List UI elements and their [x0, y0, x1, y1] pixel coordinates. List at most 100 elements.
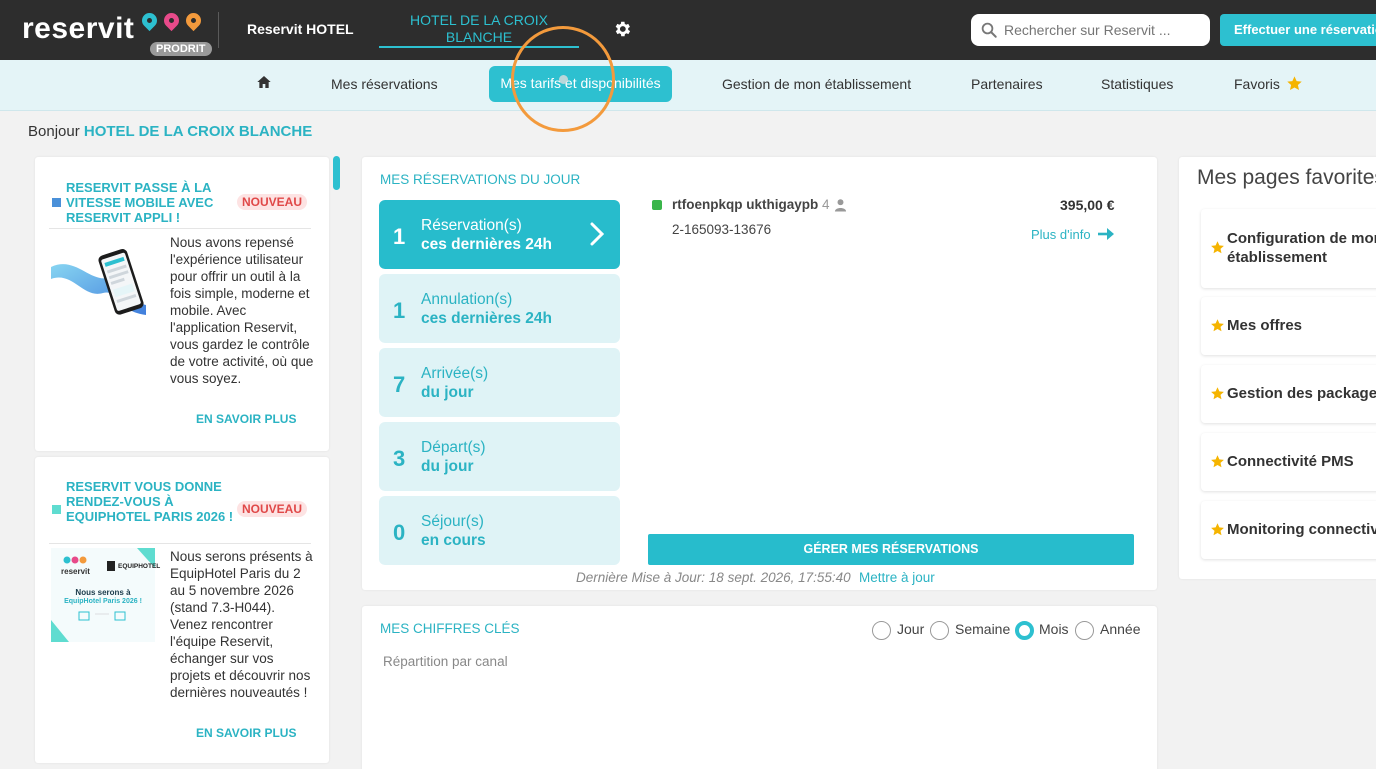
favorite-label-line2: établissement: [1227, 249, 1328, 266]
radio-button[interactable]: [1075, 621, 1094, 640]
radio-button[interactable]: [930, 621, 949, 640]
stat-sublabel: du jour: [421, 458, 474, 475]
news-title: RESERVIT VOUS DONNE RENDEZ-VOUS À EQUIPH…: [66, 479, 234, 524]
radio-label: Jour: [897, 621, 925, 637]
nav-my-reservations[interactable]: Mes réservations: [331, 76, 438, 92]
radio-button-selected[interactable]: [1015, 621, 1034, 640]
scrollbar-thumb[interactable]: [333, 156, 340, 190]
channel-breakdown-label: Répartition par canal: [383, 654, 508, 669]
image-partner: EQUIPHOTEL: [118, 563, 161, 570]
stat-arrivals[interactable]: 7 Arrivée(s) du jour: [379, 348, 620, 417]
search-box[interactable]: [971, 14, 1210, 46]
stat-stays[interactable]: 0 Séjour(s) en cours: [379, 496, 620, 565]
news-marker: [52, 198, 61, 207]
nav-favorites[interactable]: Favoris: [1234, 76, 1280, 92]
star-icon: [1211, 241, 1224, 254]
home-icon[interactable]: [256, 74, 272, 90]
nav-statistics[interactable]: Statistiques: [1101, 76, 1173, 92]
star-icon: [1211, 319, 1224, 332]
reservit-logo[interactable]: reservit PRODRIT: [22, 9, 212, 56]
arrow-right-icon[interactable]: [1097, 227, 1114, 241]
stat-label: Réservation(s): [421, 217, 522, 234]
guest-count: 4: [822, 197, 830, 212]
stat-count: 1: [393, 224, 406, 249]
search-input[interactable]: [1004, 14, 1204, 46]
favorite-label: Gestion des packages: [1227, 385, 1376, 402]
favorite-item[interactable]: Connectivité PMS: [1201, 433, 1376, 491]
gear-icon[interactable]: [612, 19, 632, 39]
news-body: Nous serons présents à EquipHotel Paris …: [170, 549, 313, 700]
search-icon: [981, 22, 997, 38]
news-title: RESERVIT PASSE À LA VITESSE MOBILE AVEC …: [66, 180, 214, 225]
favorite-label: Mes offres: [1227, 317, 1303, 334]
status-indicator: [652, 200, 662, 210]
stat-label: Départ(s): [421, 439, 486, 456]
pin-icon: [182, 9, 205, 32]
stat-departures[interactable]: 3 Départ(s) du jour: [379, 422, 620, 491]
chevron-right-icon: [590, 222, 604, 246]
favorite-label: Monitoring connectivité: [1227, 521, 1376, 538]
last-update-text: Dernière Mise à Jour: 18 sept. 2026, 17:…: [576, 570, 851, 585]
stat-label: Séjour(s): [421, 513, 484, 530]
make-reservation-button[interactable]: Effectuer une réservation: [1220, 14, 1376, 46]
reservation-price: 395,00 €: [1060, 197, 1115, 213]
star-icon: [1287, 76, 1302, 91]
favorite-label: Configuration de mon: [1227, 230, 1376, 247]
stat-count: 3: [393, 446, 406, 471]
stat-count: 0: [393, 520, 406, 545]
stat-sublabel: en cours: [421, 532, 486, 549]
stat-label: Annulation(s): [421, 291, 513, 308]
logo-text: reservit: [22, 12, 135, 45]
reservations-title: MES RÉSERVATIONS DU JOUR: [380, 172, 581, 187]
cursor-pointer: [559, 75, 568, 84]
news-divider: [49, 228, 311, 229]
hotel-group-link[interactable]: Reservit HOTEL: [247, 21, 354, 37]
pin-icon: [138, 9, 161, 32]
stat-cancellations[interactable]: 1 Annulation(s) ces dernières 24h: [379, 274, 620, 343]
favorites-title: Mes pages favorites: [1197, 166, 1376, 189]
star-icon: [1211, 523, 1224, 536]
stat-count: 1: [393, 298, 406, 323]
star-icon: [1211, 455, 1224, 468]
stat-sublabel: du jour: [421, 384, 474, 401]
guest-name[interactable]: rtfoenpkqp ukthigaypb: [672, 197, 818, 212]
topbar-divider: [218, 12, 219, 48]
nav-rates-availability[interactable]: Mes tarifs et disponibilités: [489, 66, 672, 102]
greeting: Bonjour HOTEL DE LA CROIX BLANCHE: [28, 123, 312, 140]
image-line2: EquipHotel Paris 2026 !: [64, 598, 142, 605]
learn-more-link[interactable]: EN SAVOIR PLUS: [196, 726, 296, 740]
greeting-hotel: HOTEL DE LA CROIX BLANCHE: [83, 123, 313, 140]
more-info-link[interactable]: Plus d'info: [1031, 227, 1091, 242]
active-hotel-tab[interactable]: HOTEL DE LA CROIX BLANCHE: [379, 12, 579, 48]
radio-label: Année: [1100, 621, 1141, 637]
new-badge: NOUVEAU: [237, 194, 308, 210]
stat-count: 7: [393, 372, 406, 397]
news-body: Nous avons repensé l'expérience utilisat…: [170, 235, 314, 386]
news-card: RESERVIT PASSE À LA VITESSE MOBILE AVEC …: [35, 157, 329, 451]
nav-partners[interactable]: Partenaires: [971, 76, 1043, 92]
stat-new-reservations[interactable]: 1 Réservation(s) ces dernières 24h: [379, 200, 620, 269]
active-hotel-line2: BLANCHE: [445, 29, 513, 45]
radio-button[interactable]: [872, 621, 891, 640]
person-icon: [834, 199, 847, 212]
image-brand: reservit: [61, 567, 90, 576]
active-hotel-line1: HOTEL DE LA CROIX: [410, 12, 548, 28]
news-card: RESERVIT VOUS DONNE RENDEZ-VOUS À EQUIPH…: [35, 457, 329, 763]
favorite-item[interactable]: Mes offres: [1201, 297, 1376, 355]
nav-property-management[interactable]: Gestion de mon établissement: [722, 76, 911, 92]
stat-label: Arrivée(s): [421, 365, 489, 382]
favorite-label: Connectivité PMS: [1227, 453, 1354, 470]
reservation-id: 2-165093-13676: [672, 222, 772, 237]
favorite-item[interactable]: Configuration de mon établissement: [1201, 209, 1376, 288]
favorite-item[interactable]: Monitoring connectivité: [1201, 501, 1376, 559]
stat-sublabel: ces dernières 24h: [421, 310, 552, 327]
stat-sublabel: ces dernières 24h: [421, 236, 552, 253]
refresh-link[interactable]: Mettre à jour: [859, 570, 935, 585]
new-badge: NOUVEAU: [237, 501, 308, 517]
manage-reservations-button[interactable]: GÉRER MES RÉSERVATIONS: [648, 534, 1134, 565]
greeting-prefix: Bonjour: [28, 123, 80, 140]
pin-icon: [160, 9, 183, 32]
favorite-item[interactable]: Gestion des packages: [1201, 365, 1376, 423]
logo-badge: PRODRIT: [150, 42, 212, 56]
learn-more-link[interactable]: EN SAVOIR PLUS: [196, 412, 296, 426]
